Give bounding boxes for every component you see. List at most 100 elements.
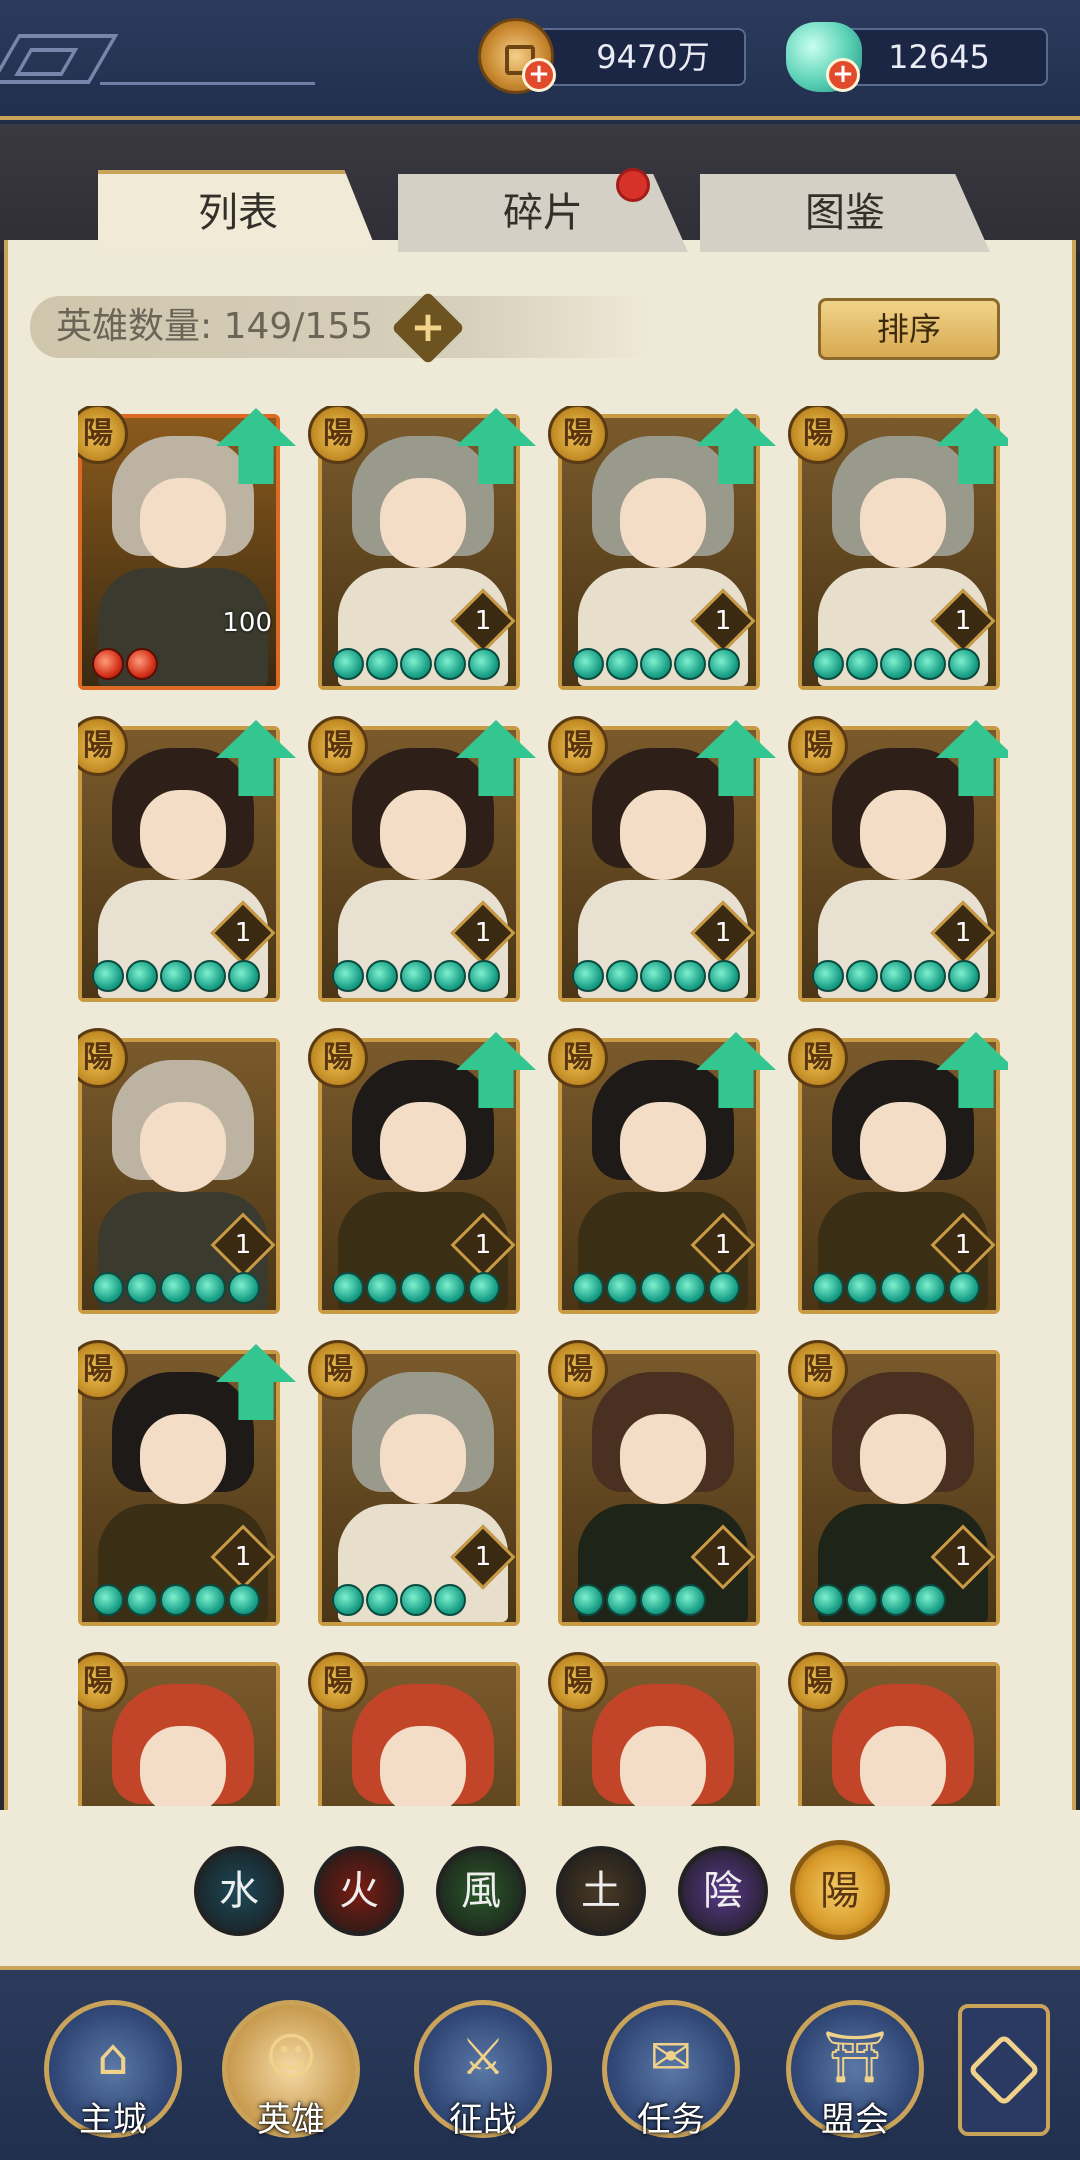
hero-stars (812, 1584, 946, 1622)
hero-count-separator: : (200, 306, 224, 347)
nav-quests-label: 任务 (637, 2100, 705, 2140)
hero-card[interactable]: 陽 (308, 1652, 520, 1806)
hero-count: 英雄数量: 149/155 (56, 300, 373, 354)
star-icon (468, 1272, 500, 1304)
star-icon (914, 960, 946, 992)
hero-level: 1 (714, 1230, 732, 1260)
hero-level: 1 (954, 1230, 972, 1260)
notification-dot-icon (616, 168, 650, 202)
coin-value: 9470万 (596, 38, 710, 76)
element-filter-bar (0, 1810, 1080, 1966)
hero-card[interactable]: 陽1 (788, 406, 1008, 690)
nav-heroes-label: 英雄 (257, 2100, 325, 2140)
jade-counter[interactable]: 12645 (830, 28, 1048, 86)
star-icon (606, 1272, 638, 1304)
star-icon (606, 960, 638, 992)
hero-level: 1 (474, 606, 492, 636)
tab-list[interactable]: 列表 (98, 170, 378, 254)
hero-card[interactable]: 陽 100 (78, 406, 296, 690)
hero-level: 1 (234, 918, 252, 948)
element-filter-yang[interactable]: 陽 (790, 1840, 890, 1940)
hero-portrait-face (620, 790, 706, 880)
hero-card[interactable]: 陽1 (548, 716, 776, 1002)
star-icon (914, 648, 946, 680)
hero-portrait-face (860, 1726, 946, 1806)
hero-card[interactable]: 陽1 (78, 716, 296, 1002)
hero-card[interactable]: 陽1 (548, 406, 776, 690)
star-icon (400, 1584, 432, 1616)
star-icon (914, 1272, 946, 1304)
element-filter-water[interactable]: 水 (194, 1846, 284, 1936)
hero-level: 1 (954, 1542, 972, 1572)
top-divider (100, 82, 315, 85)
element-filter-earth[interactable]: 土 (556, 1846, 646, 1936)
element-filter-yin[interactable]: 陰 (678, 1846, 768, 1936)
hero-stars (572, 960, 740, 998)
star-icon (434, 1272, 466, 1304)
hero-portrait-face (140, 790, 226, 880)
star-icon (228, 960, 260, 992)
jade-value: 12645 (888, 38, 990, 76)
hero-card[interactable]: 陽 (78, 1652, 280, 1806)
hero-level: 1 (714, 918, 732, 948)
star-icon (160, 1272, 192, 1304)
hero-card[interactable]: 陽1 (308, 1028, 536, 1314)
nav-quests-icon: ✉ (650, 2028, 692, 2086)
star-icon (846, 960, 878, 992)
hero-card[interactable]: 陽1 (308, 406, 536, 690)
hero-portrait-face (380, 1102, 466, 1192)
star-icon (572, 648, 604, 680)
hero-card[interactable]: 陽1 (78, 1028, 280, 1314)
star-icon (640, 1584, 672, 1616)
coin-counter[interactable]: 9470万 (530, 28, 746, 86)
hero-portrait-face (380, 1414, 466, 1504)
hero-card[interactable]: 陽1 (788, 716, 1008, 1002)
star-icon (572, 960, 604, 992)
expand-slots-button[interactable]: + (391, 291, 465, 365)
hero-stars (572, 1272, 740, 1310)
star-icon (332, 960, 364, 992)
menu-button[interactable] (958, 2004, 1050, 2136)
hero-card[interactable]: 陽1 (78, 1340, 296, 1626)
hero-card[interactable]: 陽 (548, 1652, 760, 1806)
hero-stars (332, 960, 500, 998)
sort-button[interactable]: 排序 (818, 298, 1000, 360)
hero-card[interactable]: 陽 (788, 1652, 1000, 1806)
hero-portrait-face (620, 1102, 706, 1192)
hero-stars (812, 648, 980, 686)
star-icon (708, 648, 740, 680)
add-jade-icon[interactable]: + (826, 58, 860, 92)
hero-card[interactable]: 陽1 (308, 1340, 520, 1626)
tab-codex[interactable]: 图鉴 (700, 174, 990, 252)
star-icon (674, 1272, 706, 1304)
hero-card[interactable]: 陽1 (788, 1340, 1000, 1626)
star-icon (194, 1584, 226, 1616)
star-icon (812, 960, 844, 992)
star-icon (400, 960, 432, 992)
game-logo-icon (0, 34, 119, 84)
nav-main-city-icon: ⌂ (97, 2028, 129, 2086)
star-icon (812, 648, 844, 680)
star-icon (948, 648, 980, 680)
star-icon (606, 1584, 638, 1616)
hero-card[interactable]: 陽1 (548, 1028, 776, 1314)
star-icon (160, 960, 192, 992)
hero-card[interactable]: 陽1 (548, 1340, 760, 1626)
star-icon (126, 1584, 158, 1616)
element-filter-fire[interactable]: 火 (314, 1846, 404, 1936)
star-icon (366, 960, 398, 992)
yang-element-icon: 陽 (548, 1652, 608, 1712)
star-icon (126, 648, 158, 680)
hero-portrait-face (860, 1102, 946, 1192)
hero-card[interactable]: 陽1 (308, 716, 536, 1002)
yang-element-icon: 陽 (788, 1652, 848, 1712)
star-icon (468, 648, 500, 680)
hero-stars (572, 1584, 706, 1622)
nav-alliance-icon: ⛩ (823, 2028, 887, 2086)
element-filter-wind[interactable]: 風 (436, 1846, 526, 1936)
nav-main-city-label: 主城 (79, 2100, 147, 2140)
yang-element-icon: 陽 (548, 406, 608, 464)
hero-card[interactable]: 陽1 (788, 1028, 1008, 1314)
star-icon (812, 1584, 844, 1616)
add-coins-icon[interactable]: + (522, 58, 556, 92)
